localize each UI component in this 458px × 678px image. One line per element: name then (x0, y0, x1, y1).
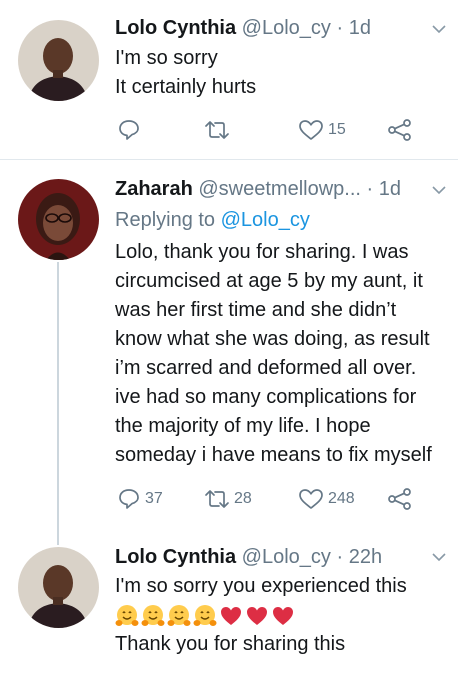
chevron-down-icon[interactable] (430, 20, 448, 38)
like-count: 248 (328, 490, 355, 507)
chevron-down-icon[interactable] (430, 548, 448, 566)
hugging-face-icon (115, 604, 139, 626)
emoji-row (115, 601, 407, 630)
avatar[interactable] (18, 547, 99, 628)
share-icon (388, 119, 411, 141)
display-name[interactable]: Zaharah (115, 178, 193, 200)
reply-icon (119, 489, 139, 509)
display-name[interactable]: Lolo Cynthia (115, 546, 236, 568)
reply-button[interactable] (117, 116, 145, 144)
tweet-2[interactable]: Zaharah @sweetmellowp... · 1d Replying t… (0, 160, 458, 540)
heart-icon (299, 120, 323, 140)
reply-count: 37 (145, 490, 163, 507)
separator-dot: · (336, 17, 344, 39)
replying-to: Replying to @Lolo_cy (115, 208, 310, 232)
chevron-down-icon[interactable] (430, 181, 448, 199)
like-button[interactable]: 15 (298, 116, 346, 144)
tweet-line: It certainly hurts (115, 76, 257, 98)
share-button[interactable] (387, 485, 413, 513)
separator-dot: · (336, 546, 344, 568)
display-name[interactable]: Lolo Cynthia (115, 17, 236, 39)
tweet-line: Lolo, thank you for sharing. I was (115, 241, 409, 263)
red-heart-icon (221, 606, 241, 625)
like-count: 15 (328, 121, 346, 138)
separator-dot: · (366, 178, 374, 200)
tweet-text: I'm so sorry you experienced this Thank … (115, 572, 407, 659)
tweet-3[interactable]: Lolo Cynthia @Lolo_cy · 22h I'm so sorry… (0, 540, 458, 678)
tweet-line: ive had so many complications for (115, 386, 417, 408)
tweet-line: circumcised at age 5 by my aunt, it (115, 270, 423, 292)
timestamp[interactable]: 1d (349, 17, 371, 39)
reply-icon (119, 120, 139, 140)
reply-button[interactable]: 37 (117, 485, 163, 513)
like-button[interactable]: 248 (298, 485, 355, 513)
tweet-line: the majority of my life. I hope (115, 415, 371, 437)
tweet-line: Thank you for sharing this (115, 633, 346, 655)
retweet-icon (205, 121, 229, 139)
retweet-button[interactable]: 28 (204, 485, 252, 513)
tweet-header: Lolo Cynthia @Lolo_cy · 1d (115, 16, 371, 40)
hugging-face-icon (167, 604, 191, 626)
tweet-header: Lolo Cynthia @Lolo_cy · 22h (115, 545, 382, 569)
hugging-face-icon (193, 604, 217, 626)
retweet-button[interactable] (204, 116, 230, 144)
retweet-count: 28 (234, 490, 252, 507)
timestamp[interactable]: 1d (379, 178, 401, 200)
user-handle[interactable]: @Lolo_cy (242, 17, 331, 39)
replying-to-mention[interactable]: @Lolo_cy (221, 209, 310, 231)
replying-to-label: Replying to (115, 209, 216, 231)
tweet-line: I'm so sorry (115, 47, 218, 69)
tweet-line: was her first time and she didn’t (115, 299, 397, 321)
user-handle[interactable]: @sweetmellowp... (198, 178, 361, 200)
red-heart-icon (273, 606, 293, 625)
hugging-face-icon (141, 604, 165, 626)
tweet-actions: 37 28 248 (115, 485, 425, 513)
retweet-icon (205, 490, 229, 508)
timestamp[interactable]: 22h (349, 546, 382, 568)
avatar[interactable] (18, 179, 99, 260)
share-button[interactable] (387, 116, 413, 144)
tweet-line: someday i have means to fix myself (115, 444, 432, 466)
tweet-text: Lolo, thank you for sharing. I was circu… (115, 238, 432, 470)
tweet-line: I'm so sorry you experienced this (115, 575, 407, 597)
tweet-actions: 15 (115, 116, 425, 144)
tweet-line: know what she was doing, as result (115, 328, 430, 350)
share-icon (388, 488, 411, 510)
tweet-1[interactable]: Lolo Cynthia @Lolo_cy · 1d I'm so sorry … (0, 0, 458, 160)
tweet-text: I'm so sorry It certainly hurts (115, 44, 256, 102)
user-handle[interactable]: @Lolo_cy (242, 546, 331, 568)
tweet-header: Zaharah @sweetmellowp... · 1d (115, 177, 401, 201)
tweet-line: i’m scarred and deformed all over. (115, 357, 417, 379)
red-heart-icon (247, 606, 267, 625)
heart-icon (299, 489, 323, 509)
avatar[interactable] (18, 20, 99, 101)
